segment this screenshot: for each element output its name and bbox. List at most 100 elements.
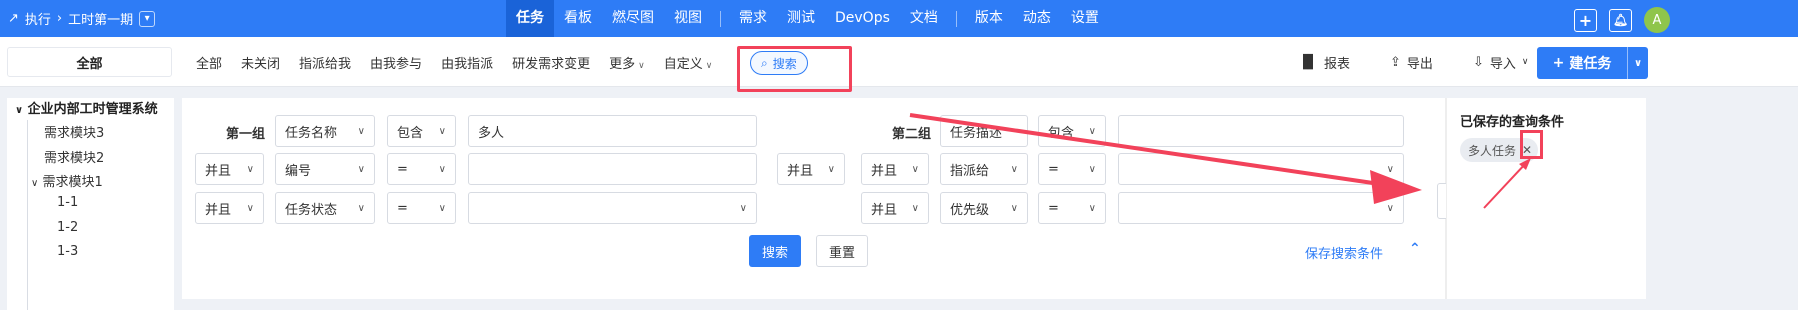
tree-item-label: 需求模块1 — [42, 175, 103, 190]
execute-icon: ↗ — [8, 11, 19, 26]
chevron-down-icon: ∨ — [827, 163, 835, 175]
collapse-icon[interactable]: ⌃ — [1409, 241, 1421, 257]
new-task-main[interactable]: + 建任务 — [1537, 53, 1627, 73]
nav-settings[interactable]: 设置 — [1061, 0, 1109, 37]
g1-row2-op-select[interactable]: = ∨ — [387, 153, 456, 185]
new-task-dropdown[interactable]: ∨ — [1628, 58, 1648, 69]
chevron-down-icon: ∨ — [911, 163, 919, 175]
g2-row2-op-select[interactable]: = ∨ — [1038, 153, 1106, 185]
import-icon: ⇩ — [1472, 54, 1484, 70]
tree-item[interactable]: 1-1 — [57, 195, 78, 210]
select-value: 任务状态 — [285, 202, 338, 218]
select-value: = — [1048, 200, 1059, 216]
nav-doc[interactable]: 文档 — [900, 0, 948, 37]
g2-row3-value-select[interactable]: ∨ — [1118, 192, 1404, 224]
view-assigned-to-me[interactable]: 指派给我 — [299, 53, 351, 72]
tree-item[interactable]: 需求模块3 — [44, 122, 104, 141]
nav-burndown[interactable]: 燃尽图 — [602, 0, 664, 37]
g1-row3-field-select[interactable]: 任务状态 ∨ — [275, 192, 375, 224]
import-label: 导入 — [1489, 56, 1516, 72]
module-all-chip[interactable]: 全部 — [7, 47, 172, 77]
view-more-label: 更多 — [609, 56, 636, 72]
avatar[interactable]: A — [1644, 7, 1670, 33]
main-nav: 任务 看板 燃尽图 视图 需求 测试 DevOps 文档 版本 动态 设置 — [506, 0, 1109, 37]
export-label: 导出 — [1406, 56, 1433, 72]
chevron-down-icon: ∨ — [705, 60, 713, 71]
g2-row3-op-select[interactable]: = ∨ — [1038, 192, 1106, 224]
nav-test[interactable]: 测试 — [777, 0, 825, 37]
export-button[interactable]: ⇪ 导出 — [1390, 53, 1433, 72]
bell-icon[interactable]: 🔔︎ — [1609, 8, 1632, 32]
nav-devops[interactable]: DevOps — [825, 0, 900, 37]
breadcrumb-project[interactable]: 工时第一期 — [68, 9, 133, 28]
select-value: = — [1048, 161, 1059, 177]
import-button[interactable]: ⇩ 导入 ∨ — [1473, 53, 1529, 72]
view-custom[interactable]: 自定义 ∨ — [664, 53, 713, 72]
view-unclosed[interactable]: 未关闭 — [241, 53, 280, 72]
new-task-label: 建任务 — [1569, 56, 1612, 72]
g1-row3-join-select[interactable]: 并且 ∨ — [195, 192, 264, 224]
tree-line — [27, 120, 28, 310]
chevron-down-icon: ∨ — [357, 125, 365, 137]
chevron-down-icon: ∨ — [1521, 57, 1529, 67]
reset-button[interactable]: 重置 — [816, 235, 868, 267]
g1-row1-field-select[interactable]: 任务名称 ∨ — [275, 115, 375, 147]
project-dropdown-icon[interactable]: ▾ — [139, 10, 156, 27]
tree-item[interactable]: 1-2 — [57, 220, 78, 235]
chevron-down-icon: ∨ — [357, 163, 365, 175]
report-button[interactable]: ▐▌ 报表 — [1298, 53, 1350, 72]
g2-row2-field-select[interactable]: 指派给 ∨ — [940, 153, 1028, 185]
select-value: = — [397, 161, 408, 177]
g1-row3-op-select[interactable]: = ∨ — [387, 192, 456, 224]
g1-row2-field-select[interactable]: 编号 ∨ — [275, 153, 375, 185]
view-all[interactable]: 全部 — [196, 53, 222, 72]
g1-row1-value-input[interactable]: 多人 — [468, 115, 757, 147]
module-tree: ∨ 企业内部工时管理系统 需求模块3 需求模块2 ∨ 需求模块1 1-1 1-2… — [7, 98, 174, 310]
chevron-down-icon: ∨ — [438, 125, 446, 137]
nav-kanban[interactable]: 看板 — [554, 0, 602, 37]
chevron-right-icon: › — [56, 11, 63, 26]
g2-row2-join-select[interactable]: 并且 ∨ — [861, 153, 929, 185]
select-value: 包含 — [1048, 125, 1075, 141]
chevron-down-icon: ∨ — [31, 178, 39, 189]
g1-row3-value-select[interactable]: ∨ — [468, 192, 757, 224]
plus-icon[interactable]: + — [1574, 8, 1597, 32]
g2-row1-op-select[interactable]: 包含 ∨ — [1038, 115, 1106, 147]
g2-row2-value-select[interactable]: ∨ — [1118, 153, 1404, 185]
select-value: 并且 — [871, 163, 898, 179]
view-story-change[interactable]: 研发需求变更 — [512, 53, 590, 72]
tree-item[interactable]: ∨ 需求模块1 — [31, 171, 103, 190]
g1-row1-op-select[interactable]: 包含 ∨ — [387, 115, 456, 147]
g2-row3-field-select[interactable]: 优先级 ∨ — [940, 192, 1028, 224]
view-tabs: 全部 未关闭 指派给我 由我参与 由我指派 研发需求变更 更多 ∨ 自定义 ∨ — [196, 37, 712, 87]
search-button[interactable]: 搜索 — [749, 235, 801, 267]
tree-item[interactable]: 需求模块2 — [44, 147, 104, 166]
chevron-down-icon: ∨ — [1088, 163, 1096, 175]
new-task-button[interactable]: + 建任务 ∨ — [1537, 47, 1648, 79]
tree-item[interactable]: 1-3 — [57, 244, 78, 259]
nav-story[interactable]: 需求 — [729, 0, 777, 37]
breadcrumb-root[interactable]: 执行 — [25, 9, 51, 28]
g1-row2-value-input[interactable] — [468, 153, 757, 185]
chevron-down-icon: ∨ — [1088, 202, 1096, 214]
group-join-select[interactable]: 并且 ∨ — [777, 153, 845, 185]
nav-task[interactable]: 任务 — [506, 0, 554, 37]
view-assigned-by-me[interactable]: 由我指派 — [441, 53, 493, 72]
chevron-down-icon: ∨ — [1088, 125, 1096, 137]
nav-release[interactable]: 版本 — [965, 0, 1013, 37]
view-involved[interactable]: 由我参与 — [370, 53, 422, 72]
nav-dynamic[interactable]: 动态 — [1013, 0, 1061, 37]
g2-row1-value-input[interactable] — [1118, 115, 1404, 147]
g1-row2-join-select[interactable]: 并且 ∨ — [195, 153, 264, 185]
view-more[interactable]: 更多 ∨ — [609, 53, 645, 72]
top-bar: ↗ 执行 › 工时第一期 ▾ 任务 看板 燃尽图 视图 需求 测试 DevOps… — [0, 0, 1798, 37]
select-value: 并且 — [787, 163, 814, 179]
select-value: 编号 — [285, 163, 312, 179]
nav-view[interactable]: 视图 — [664, 0, 712, 37]
select-value: 优先级 — [950, 202, 990, 218]
g2-row3-join-select[interactable]: 并且 ∨ — [861, 192, 929, 224]
save-search-link[interactable]: 保存搜索条件 — [1305, 243, 1383, 262]
g2-row1-field-select[interactable]: 任务描述 — [940, 115, 1028, 147]
tree-root[interactable]: ∨ 企业内部工时管理系统 — [15, 98, 158, 117]
bar-chart-icon: ▐▌ — [1298, 54, 1318, 70]
